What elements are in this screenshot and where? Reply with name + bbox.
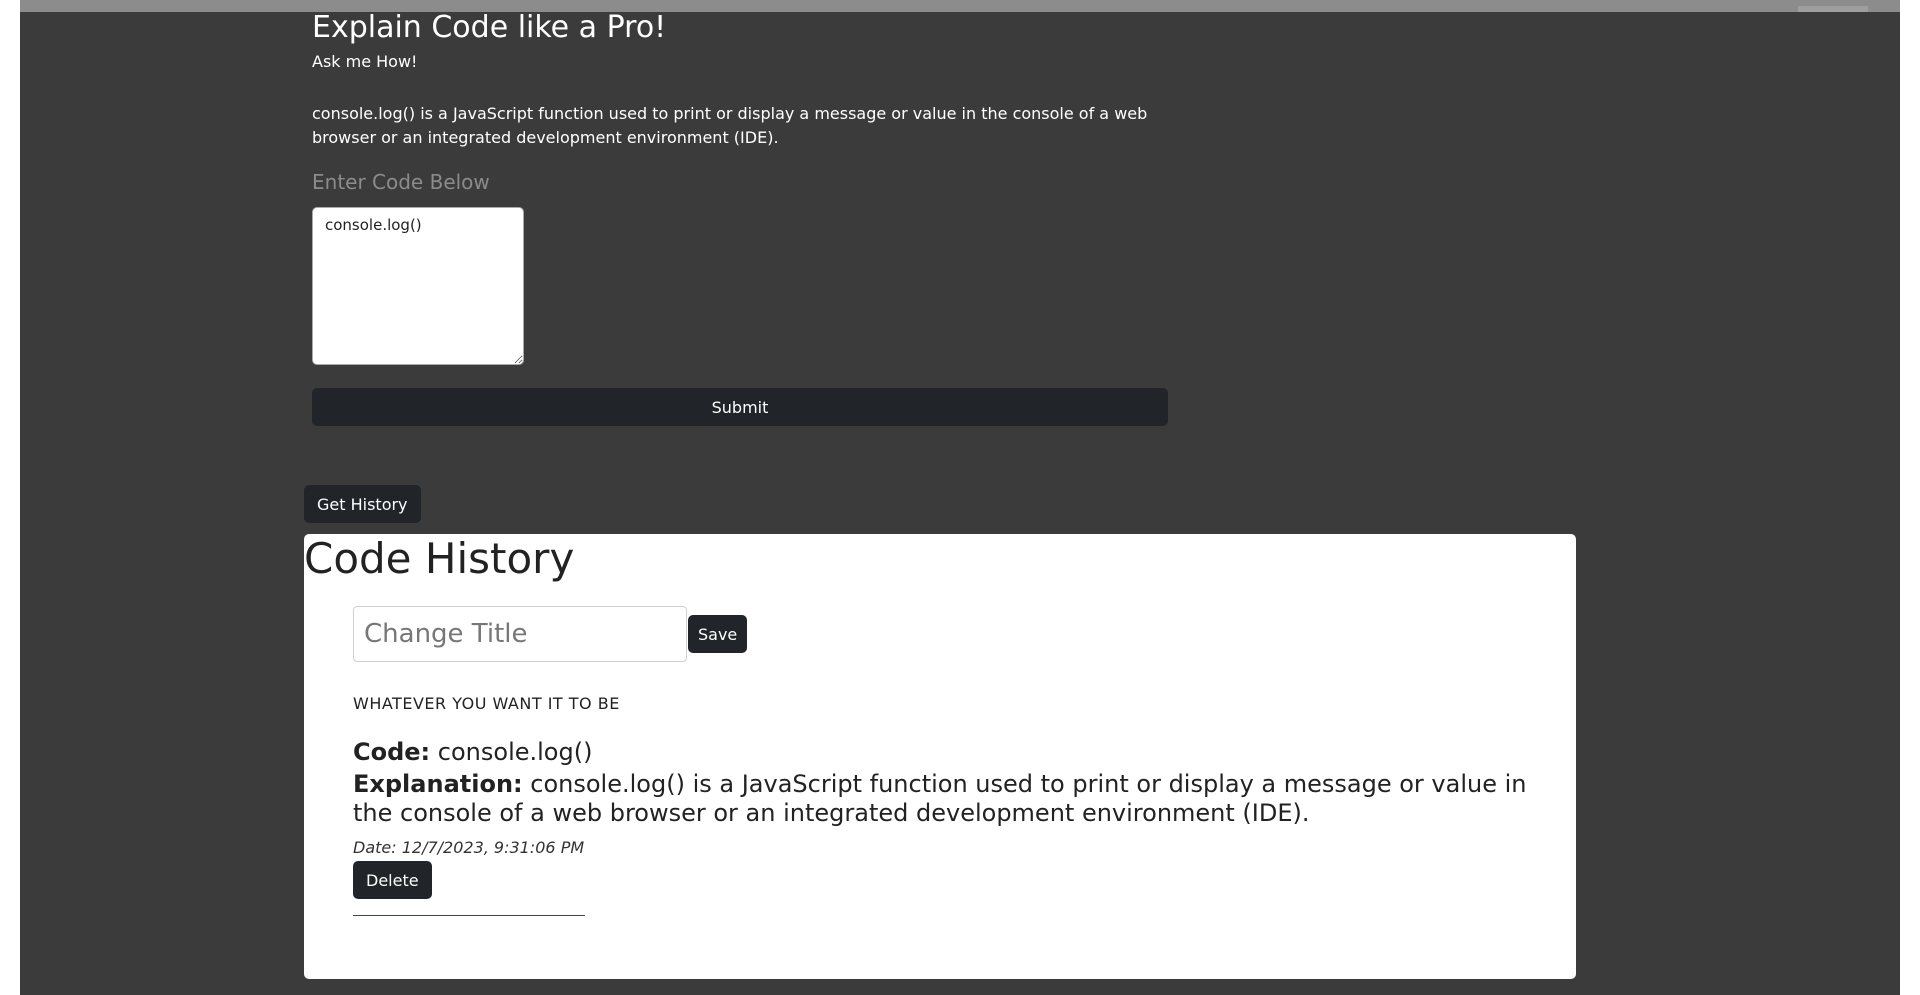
code-input[interactable]: console.log() xyxy=(312,207,524,365)
submit-button[interactable]: Submit xyxy=(312,388,1168,426)
code-input-label: Enter Code Below xyxy=(312,170,490,194)
code-history-panel: Code History Save WHATEVER YOU WANT IT T… xyxy=(304,534,1576,979)
code-value: console.log() xyxy=(437,738,593,766)
scrollbar-thumb[interactable] xyxy=(1798,6,1868,12)
page-subtitle: Ask me How! xyxy=(312,52,418,71)
page-title: Explain Code like a Pro! xyxy=(312,10,667,45)
main-content: Explain Code like a Pro! Ask me How! con… xyxy=(312,10,1168,426)
change-title-input[interactable] xyxy=(353,606,687,662)
code-history-heading: Code History xyxy=(304,534,575,583)
history-entry-date: Date: 12/7/2023, 9:31:06 PM xyxy=(353,838,585,857)
history-entry-code: Code: console.log() xyxy=(353,736,1563,768)
delete-entry-button[interactable]: Delete xyxy=(353,861,432,899)
explanation-output: console.log() is a JavaScript function u… xyxy=(312,104,1148,147)
change-title-row: Save xyxy=(353,606,748,662)
save-title-button[interactable]: Save xyxy=(688,615,748,653)
explanation-value: console.log() is a JavaScript function u… xyxy=(353,770,1527,827)
get-history-button[interactable]: Get History xyxy=(304,485,421,523)
code-label: Code: xyxy=(353,738,431,766)
entry-divider xyxy=(353,915,585,916)
history-entry-explanation: Explanation: console.log() is a JavaScri… xyxy=(353,770,1563,828)
history-entry: WHATEVER YOU WANT IT TO BE Code: console… xyxy=(353,692,1563,916)
history-entry-title: WHATEVER YOU WANT IT TO BE xyxy=(353,694,620,713)
explanation-label: Explanation: xyxy=(353,770,523,798)
